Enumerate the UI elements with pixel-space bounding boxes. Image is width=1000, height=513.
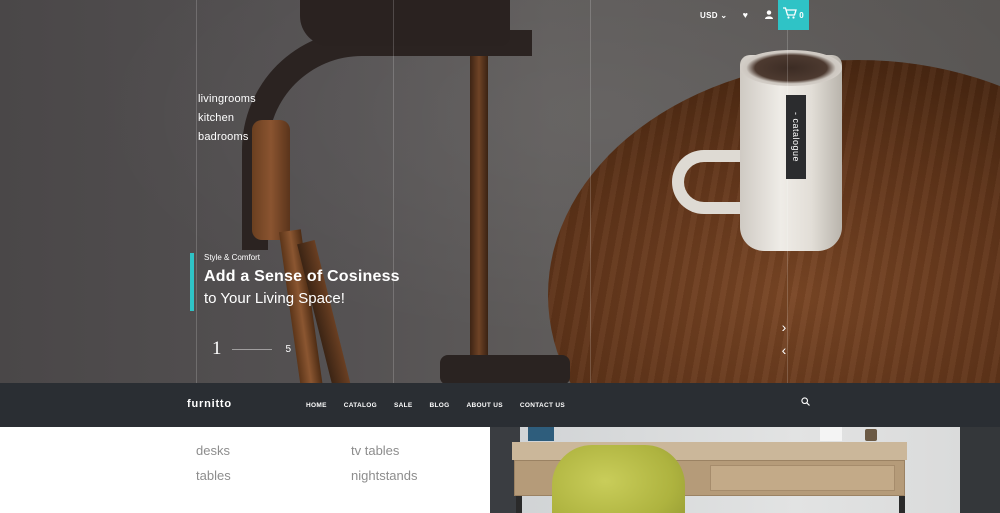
site-logo[interactable]: furnitto bbox=[187, 398, 232, 410]
slide-progress-track bbox=[231, 348, 272, 350]
currency-label: USD bbox=[700, 10, 718, 20]
desk-leg bbox=[516, 496, 522, 513]
grid-line bbox=[393, 0, 394, 383]
category-tables[interactable]: tables bbox=[196, 463, 231, 488]
category-column-1: desks tables bbox=[196, 438, 231, 488]
nav-home[interactable]: HOME bbox=[306, 402, 327, 409]
catalogue-tab[interactable]: - catalogue bbox=[786, 95, 806, 179]
top-utility-bar: USD ⌄ ♥ bbox=[700, 0, 775, 30]
nav-sale[interactable]: SALE bbox=[394, 402, 413, 409]
slide-headline: Add a Sense of Cosiness bbox=[204, 268, 400, 285]
grid-line bbox=[196, 0, 197, 383]
category-column-2: tv tables nightstands bbox=[351, 438, 418, 488]
nav-contact-us[interactable]: CONTACT US bbox=[520, 402, 565, 409]
wall-shadow bbox=[960, 427, 1000, 513]
desk-item bbox=[820, 427, 842, 441]
main-navbar: furnitto HOME CATALOG SALE BLOG ABOUT US… bbox=[0, 383, 1000, 427]
hero-category-livingrooms[interactable]: livingrooms bbox=[198, 90, 256, 109]
chair-leg bbox=[252, 120, 290, 240]
hero-banner bbox=[0, 0, 1000, 383]
desk-item bbox=[865, 429, 877, 441]
desk-drawer bbox=[710, 465, 895, 491]
slide-current: 1 bbox=[212, 338, 222, 359]
slide-total: 5 bbox=[285, 343, 292, 355]
chevron-right-icon[interactable]: › bbox=[778, 319, 790, 335]
slide-subline: to Your Living Space! bbox=[204, 290, 345, 307]
nav-catalog[interactable]: CATALOG bbox=[344, 402, 377, 409]
desk-item bbox=[528, 427, 554, 441]
slide-eyebrow: Style & Comfort bbox=[204, 253, 261, 262]
heart-icon[interactable]: ♥ bbox=[739, 10, 751, 20]
chair-top bbox=[300, 0, 510, 46]
desk-image bbox=[490, 427, 1000, 513]
nav-blog[interactable]: BLOG bbox=[430, 402, 450, 409]
slide-pager: 1 5 bbox=[212, 338, 291, 360]
hero-category-badrooms[interactable]: badrooms bbox=[198, 128, 256, 147]
cart-count: 0 bbox=[799, 10, 804, 20]
nav-about-us[interactable]: ABOUT US bbox=[467, 402, 503, 409]
chevron-left-icon[interactable]: ‹ bbox=[778, 342, 790, 358]
category-tv-tables[interactable]: tv tables bbox=[351, 438, 418, 463]
chair-seat bbox=[440, 355, 570, 383]
cart-icon bbox=[783, 6, 798, 24]
mug-rim bbox=[740, 50, 842, 86]
catalogue-tab-label: - catalogue bbox=[791, 111, 801, 163]
cart-button[interactable]: 0 bbox=[778, 0, 809, 30]
grid-line bbox=[590, 0, 591, 383]
currency-selector[interactable]: USD ⌄ bbox=[700, 11, 727, 20]
user-icon[interactable] bbox=[763, 9, 775, 21]
hero-category-list: livingrooms kitchen badrooms bbox=[198, 90, 256, 147]
search-icon[interactable] bbox=[799, 397, 811, 409]
chevron-down-icon: ⌄ bbox=[720, 10, 728, 20]
hero-category-kitchen[interactable]: kitchen bbox=[198, 109, 256, 128]
yellow-chair bbox=[552, 445, 685, 513]
slide-caption: Style & Comfort Add a Sense of Cosiness … bbox=[190, 253, 400, 311]
nav-links: HOME CATALOG SALE BLOG ABOUT US CONTACT … bbox=[306, 402, 565, 409]
category-desks[interactable]: desks bbox=[196, 438, 231, 463]
category-nightstands[interactable]: nightstands bbox=[351, 463, 418, 488]
desk-leg bbox=[899, 496, 905, 513]
